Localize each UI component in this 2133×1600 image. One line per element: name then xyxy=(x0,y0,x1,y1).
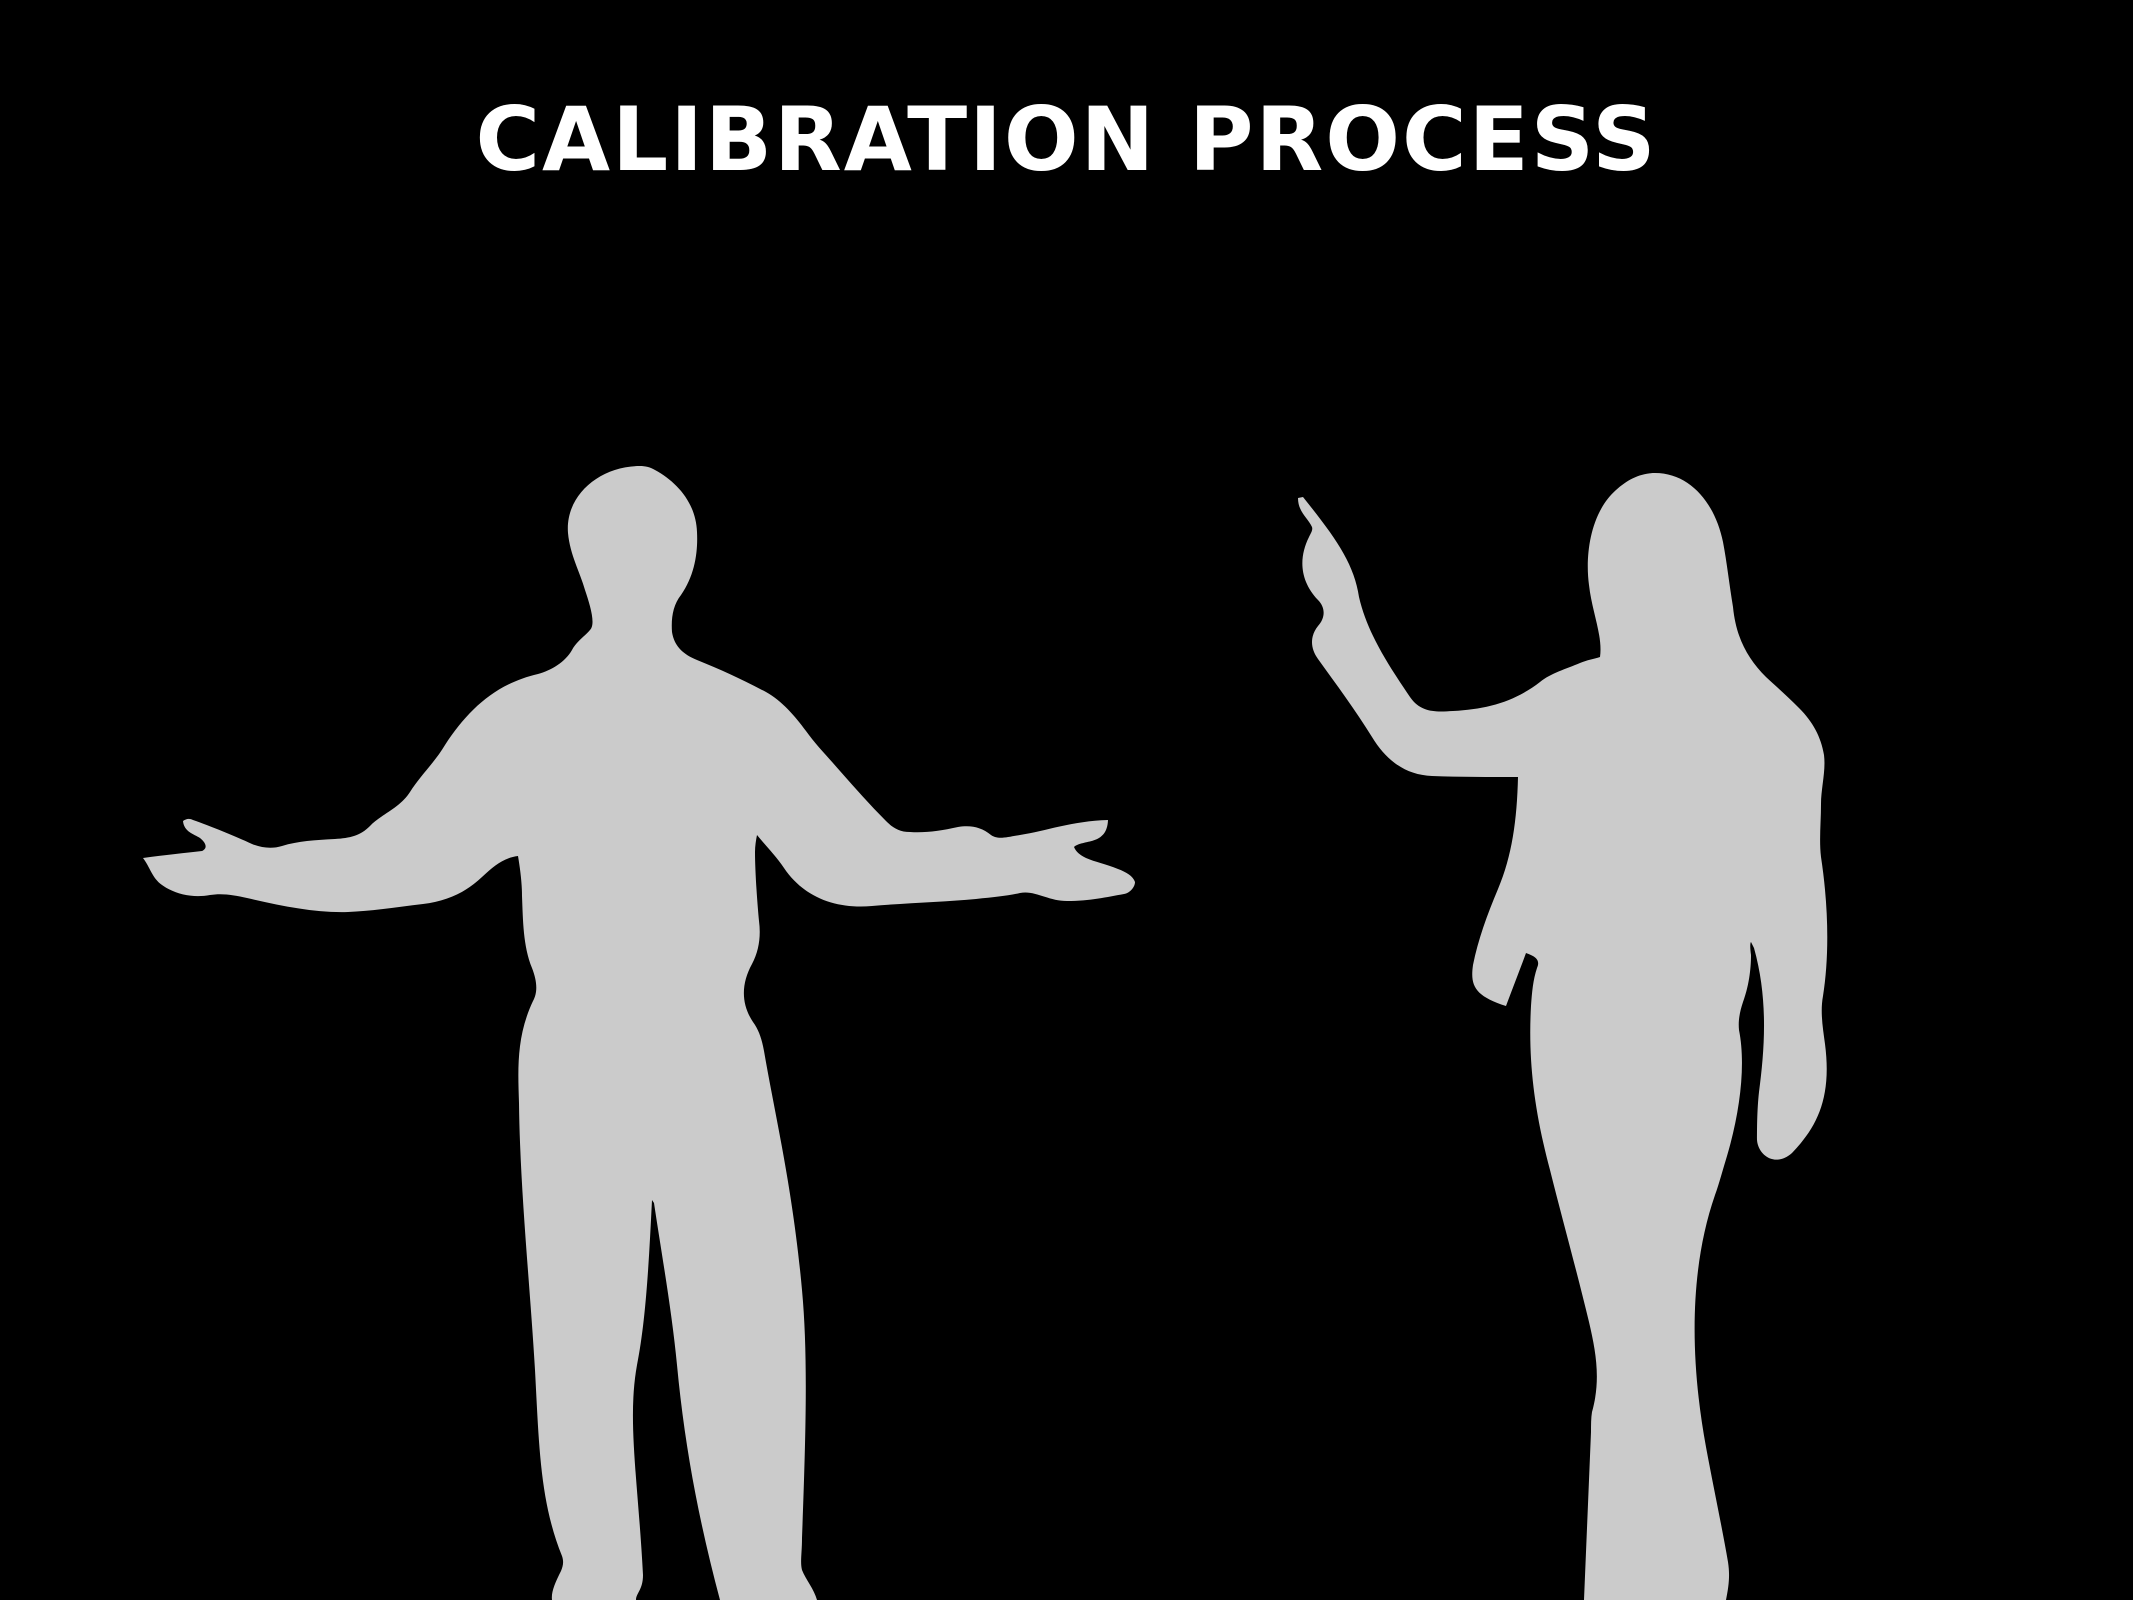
man-silhouette xyxy=(143,466,1135,1600)
figures-illustration xyxy=(143,466,1828,1600)
woman-silhouette xyxy=(1298,473,1828,1600)
calibration-scene: CALIBRATION PROCESS xyxy=(0,0,2133,1600)
